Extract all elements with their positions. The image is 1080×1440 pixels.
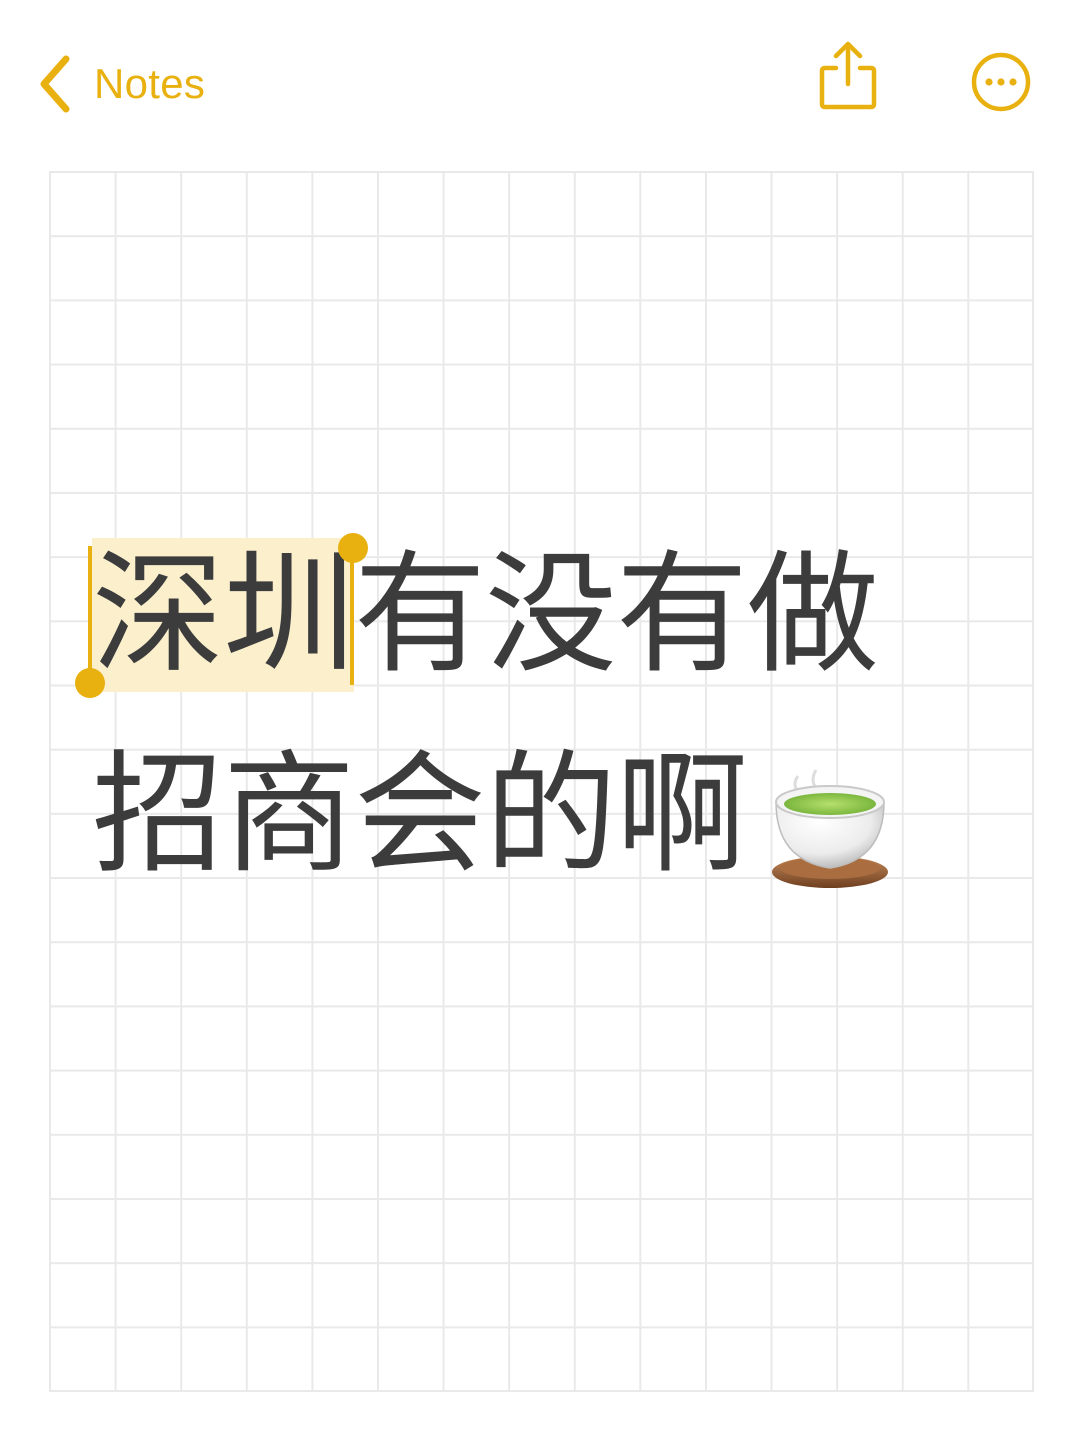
note-text-line-1-rest: 有没有做 <box>354 538 879 692</box>
teacup-emoji-icon <box>772 769 888 888</box>
navigation-bar: Notes <box>0 0 1080 150</box>
selection-start-handle[interactable] <box>74 546 106 698</box>
back-button-label: Notes <box>94 60 206 107</box>
more-icon <box>971 52 1031 112</box>
back-button[interactable]: Notes <box>38 52 205 116</box>
share-button[interactable] <box>815 40 881 112</box>
more-options-button[interactable] <box>969 50 1033 114</box>
chevron-left-icon <box>40 55 70 113</box>
selection-end-handle[interactable] <box>336 533 370 685</box>
selected-text[interactable]: 深圳 <box>92 538 355 692</box>
share-icon <box>819 41 877 110</box>
note-text-line-2-text: 招商会的啊 <box>92 738 748 892</box>
note-text-line-2[interactable]: 招商会的啊 <box>92 738 748 892</box>
note-text-line-1[interactable]: 深圳有没有做 <box>92 538 879 692</box>
